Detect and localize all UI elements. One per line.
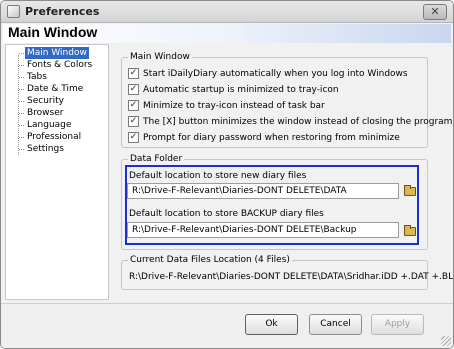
page-heading-bar: Main Window <box>3 24 451 43</box>
tree-item-label: Main Window <box>25 47 89 59</box>
close-icon: ✕ <box>430 5 440 18</box>
tree-item-label: Tabs <box>27 72 47 82</box>
page-title: Main Window <box>8 24 98 40</box>
current-location-group: Current Data Files Location (4 Files) R:… <box>121 255 453 290</box>
dialog-button-bar: Ok Cancel Apply <box>1 303 453 348</box>
window-title: Preferences <box>25 5 100 18</box>
tree-item-label: Date & Time <box>27 84 84 94</box>
option-label: Start iDailyDiary automatically when you… <box>143 69 408 79</box>
current-location-path: R:\Drive-F-Relevant\Diaries-DONT DELETE\… <box>129 272 454 282</box>
option-label: Minimize to tray-icon instead of task ba… <box>143 101 325 111</box>
title-bar[interactable]: Preferences ✕ <box>1 1 453 23</box>
checkbox[interactable]: ✓ <box>128 100 139 111</box>
category-tree[interactable]: Main Window Fonts & Colors Tabs Date & T… <box>5 44 109 300</box>
new-files-path-input[interactable]: R:\Drive-F-Relevant\Diaries-DONT DELETE\… <box>127 183 399 199</box>
tree-item-label: Browser <box>27 108 64 118</box>
tree-item-label: Fonts & Colors <box>27 60 93 70</box>
tree-item-label: Settings <box>27 144 64 154</box>
app-icon <box>7 5 20 18</box>
checkbox[interactable]: ✓ <box>128 116 139 127</box>
new-files-label: Default location to store new diary file… <box>129 171 307 181</box>
option-label: The [X] button minimizes the window inst… <box>143 117 453 127</box>
tree-item-label: Language <box>27 120 72 130</box>
preferences-window: Preferences ✕ Main Window Main Window Fo… <box>0 0 454 349</box>
group-title: Main Window <box>128 52 192 63</box>
backup-files-label: Default location to store BACKUP diary f… <box>129 209 324 219</box>
tree-item-label: Professional <box>27 132 82 142</box>
ok-button[interactable]: Ok <box>245 314 298 335</box>
folder-open-icon[interactable] <box>404 185 416 196</box>
folder-open-icon[interactable] <box>404 225 416 236</box>
apply-button[interactable]: Apply <box>371 314 424 335</box>
checkbox[interactable]: ✓ <box>128 84 139 95</box>
group-title: Current Data Files Location (4 Files) <box>128 255 292 266</box>
option-label: Automatic startup is minimized to tray-i… <box>143 85 339 95</box>
checkbox[interactable]: ✓ <box>128 132 139 143</box>
close-button[interactable]: ✕ <box>423 4 447 20</box>
option-label: Prompt for diary password when restoring… <box>143 133 400 143</box>
resize-grip[interactable] <box>441 336 451 346</box>
backup-files-path-input[interactable]: R:\Drive-F-Relevant\Diaries-DONT DELETE\… <box>127 222 399 238</box>
tree-item-label: Security <box>27 96 64 106</box>
checkbox[interactable]: ✓ <box>128 68 139 79</box>
group-title: Data Folder <box>128 154 185 165</box>
cancel-button[interactable]: Cancel <box>309 314 362 335</box>
tree-connector-line <box>18 55 19 155</box>
main-window-group: Main Window ✓ Start iDailyDiary automati… <box>121 52 452 148</box>
